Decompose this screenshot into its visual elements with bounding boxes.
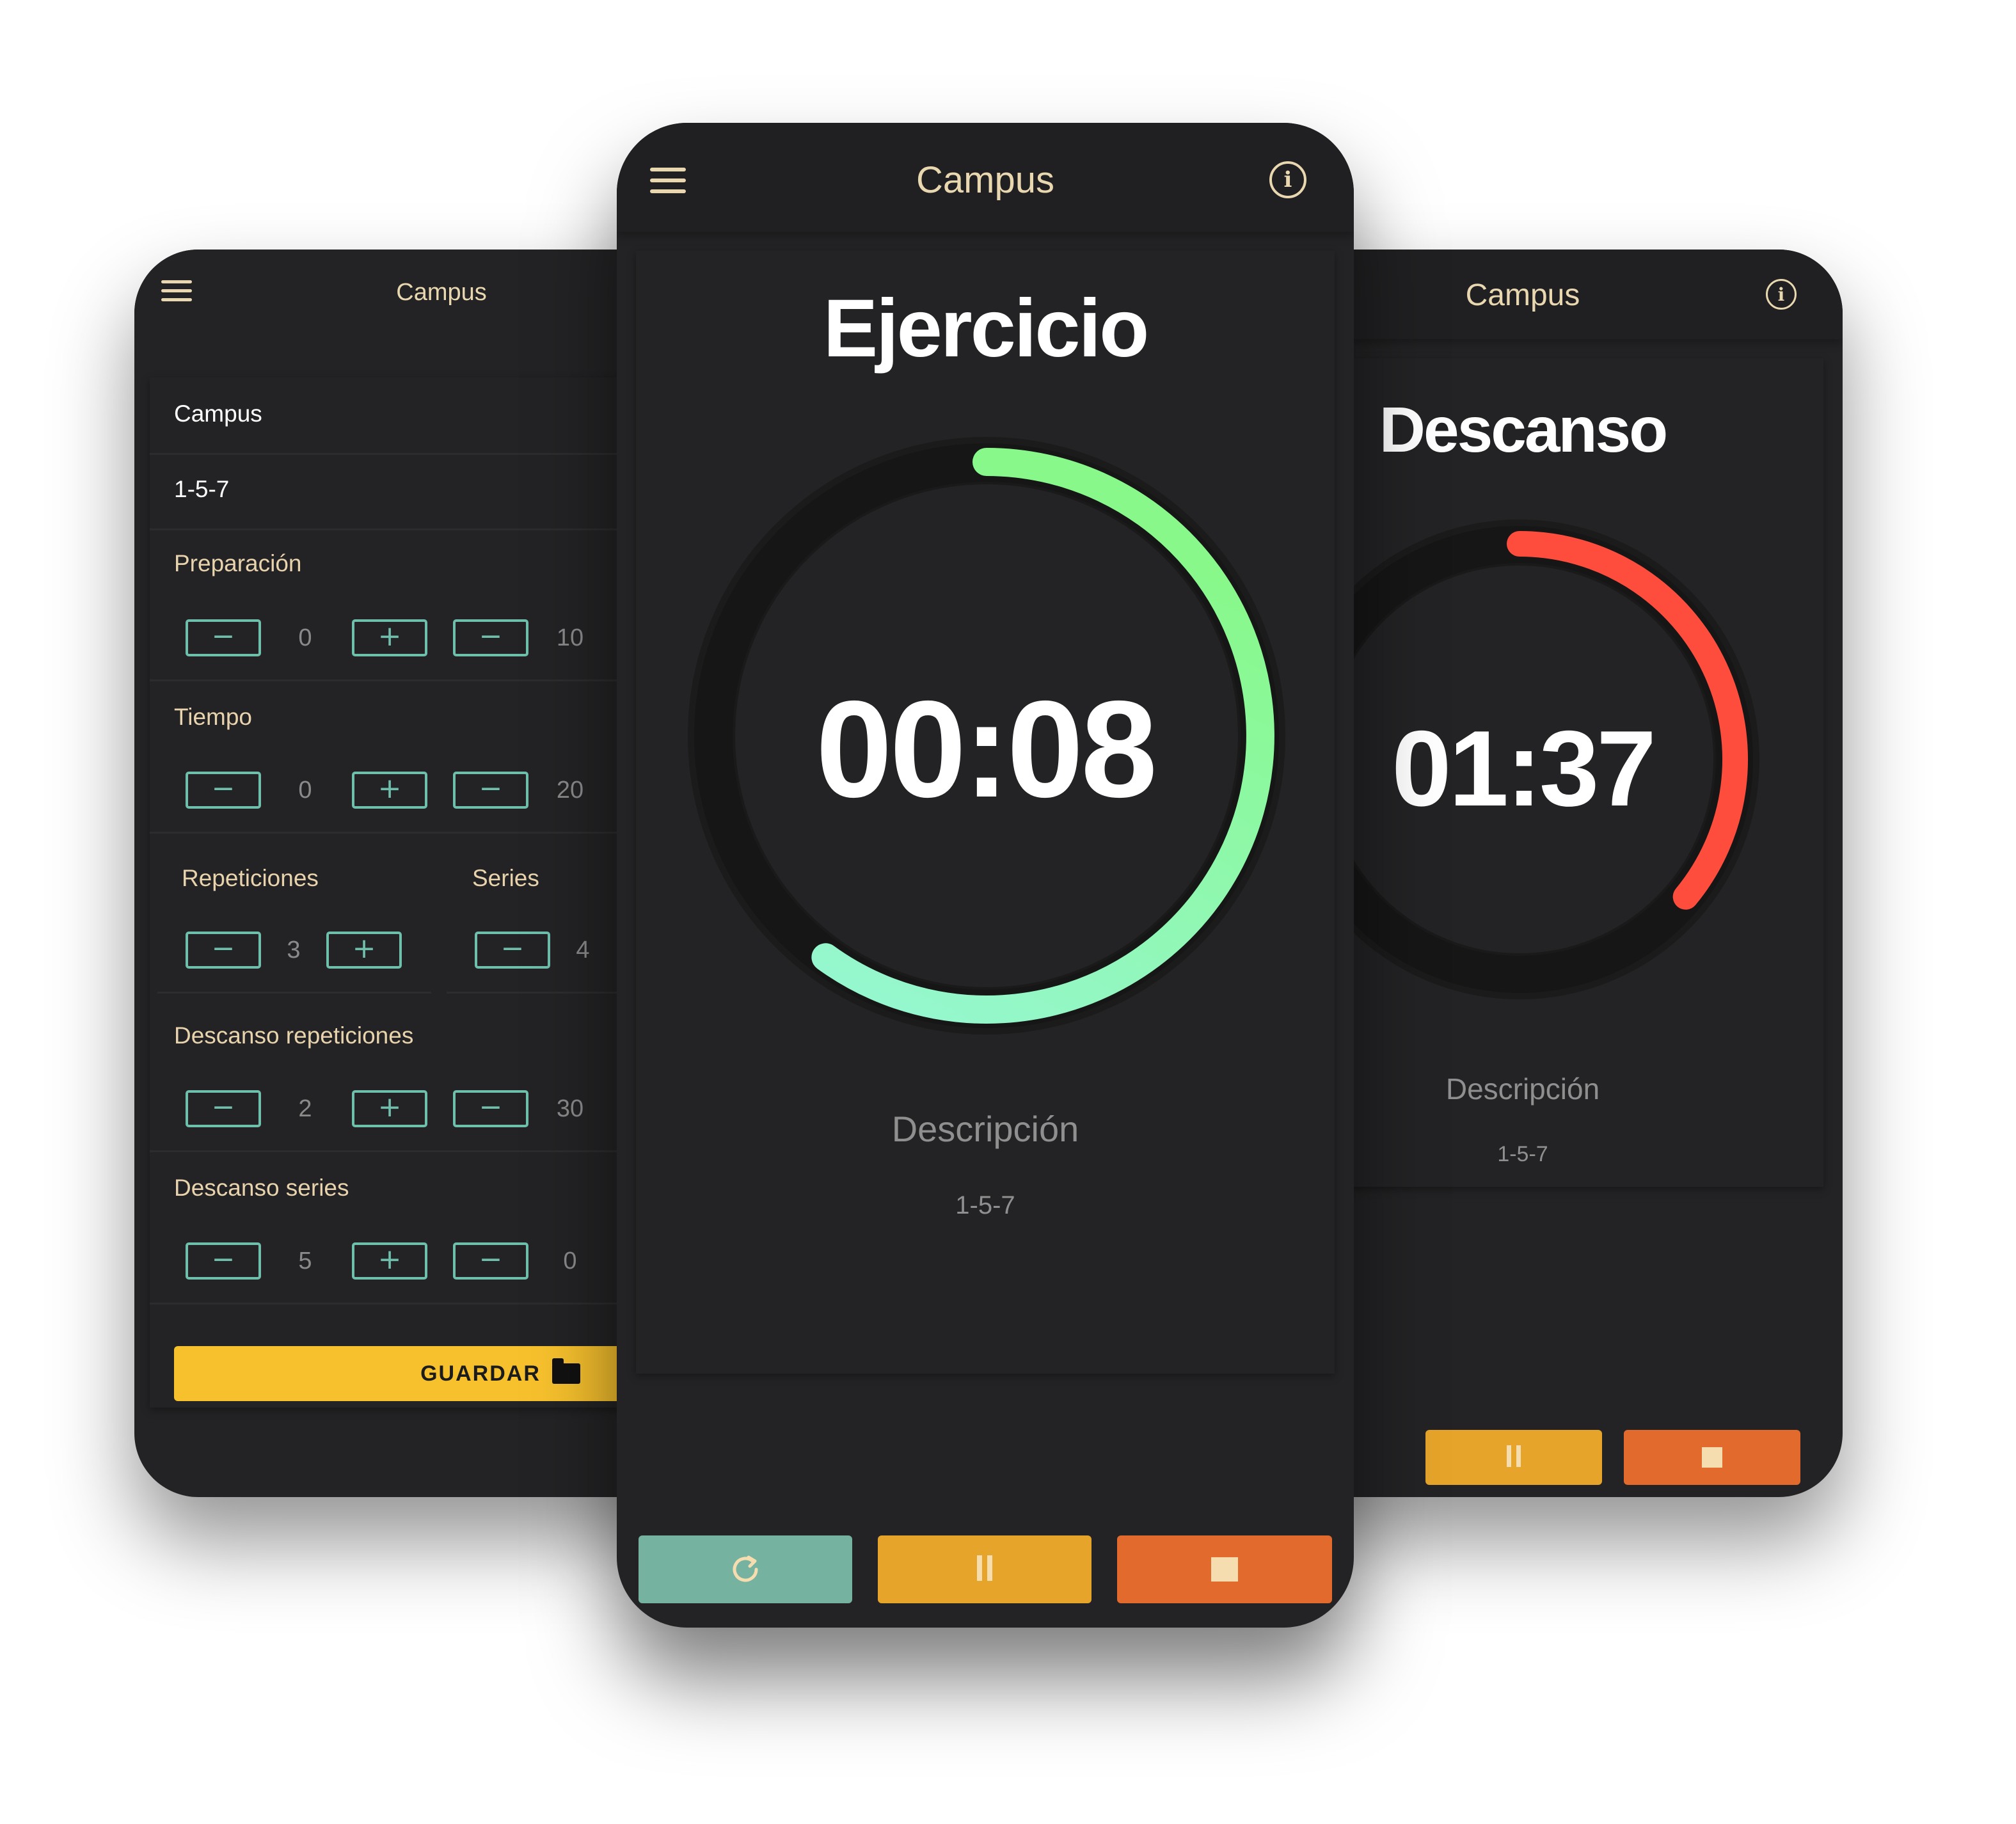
pause-icon — [974, 1555, 995, 1584]
repeticiones-value: 3 — [287, 937, 301, 964]
descanso-series-value: 5 — [298, 1248, 312, 1274]
descanso-series-label: Descanso series — [174, 1175, 349, 1201]
repeticiones-label: Repeticiones — [182, 865, 319, 891]
descanso-series-increment-button[interactable]: + — [352, 1242, 427, 1280]
preparacion-decrement-button[interactable]: − — [186, 619, 261, 656]
descanso-repeticiones-increment-button[interactable]: + — [352, 1090, 427, 1127]
descanso-series-decrement-button-2[interactable]: − — [453, 1242, 528, 1280]
descanso-repeticiones-decrement-button-2[interactable]: − — [453, 1090, 528, 1127]
tiempo-label: Tiempo — [174, 704, 253, 730]
tiempo-decrement-button[interactable]: − — [186, 772, 261, 809]
tiempo-decrement-button-2[interactable]: − — [453, 772, 528, 809]
timer-display: 00:08 — [816, 672, 1157, 826]
restart-icon — [733, 1555, 758, 1582]
campus-selector-label: Campus — [174, 400, 262, 427]
descanso-repeticiones-value: 2 — [298, 1095, 312, 1122]
series-label: Series — [472, 865, 539, 891]
repeticiones-decrement-button[interactable]: − — [186, 932, 261, 969]
descanso-repeticiones-label: Descanso repeticiones — [174, 1022, 414, 1049]
save-button-label: GUARDAR — [420, 1361, 541, 1386]
stop-icon — [1211, 1557, 1238, 1582]
pause-button[interactable] — [878, 1535, 1091, 1603]
descanso-series-value-2: 0 — [563, 1248, 577, 1274]
pause-button[interactable] — [1425, 1430, 1602, 1485]
divider — [157, 992, 431, 994]
restart-button[interactable] — [639, 1535, 852, 1603]
repeticiones-increment-button[interactable]: + — [326, 932, 402, 969]
description-value: 1-5-7 — [955, 1191, 1015, 1219]
hamburger-menu-icon[interactable] — [161, 280, 192, 307]
preparacion-increment-button[interactable]: + — [352, 619, 427, 656]
description-label: Descripción — [891, 1109, 1079, 1149]
phone-exercise-screen: Campus i Ejercicio 00:08 Descripción 1-5… — [617, 123, 1354, 1628]
exercise-progress-ring — [688, 437, 1285, 1035]
preparacion-value: 0 — [298, 624, 312, 651]
stop-button[interactable] — [1117, 1535, 1332, 1603]
descanso-series-decrement-button[interactable]: − — [186, 1242, 261, 1280]
descanso-repeticiones-decrement-button[interactable]: − — [186, 1090, 261, 1127]
preparacion-decrement-button-2[interactable]: − — [453, 619, 528, 656]
preparacion-value-2: 10 — [556, 624, 584, 651]
pause-icon — [1504, 1445, 1523, 1470]
stop-icon — [1702, 1447, 1722, 1468]
tiempo-value: 0 — [298, 777, 312, 804]
series-value: 4 — [576, 937, 590, 964]
routine-selector-label: 1-5-7 — [174, 476, 230, 502]
tiempo-increment-button[interactable]: + — [352, 772, 427, 809]
folder-icon — [552, 1358, 580, 1384]
stop-button[interactable] — [1624, 1430, 1800, 1485]
series-decrement-button[interactable]: − — [475, 932, 550, 969]
tiempo-value-2: 20 — [556, 777, 584, 804]
preparacion-label: Preparación — [174, 550, 302, 576]
app-title: Campus — [396, 279, 487, 306]
descanso-repeticiones-value-2: 30 — [556, 1095, 584, 1122]
